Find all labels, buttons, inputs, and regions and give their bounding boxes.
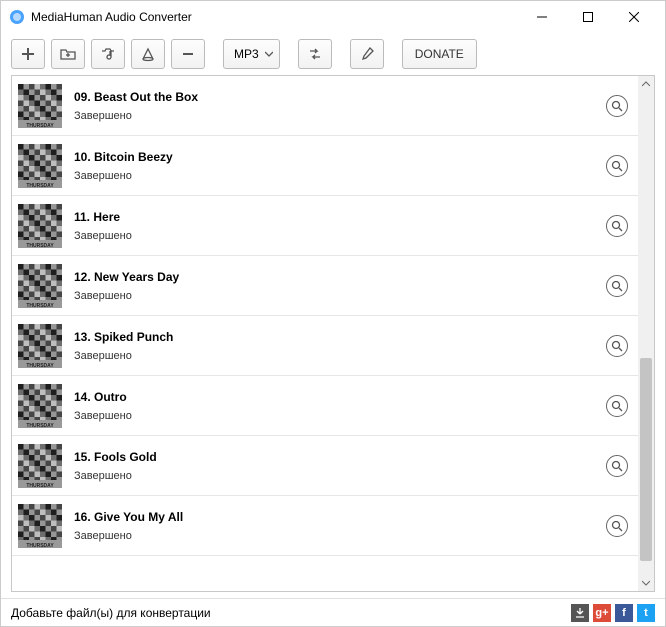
track-status: Завершено — [74, 110, 606, 122]
track-item[interactable]: THURSDAY 12. New Years Day Завершено — [12, 256, 638, 316]
track-title: 11. Here — [74, 210, 606, 224]
svg-text:THURSDAY: THURSDAY — [26, 123, 54, 128]
track-meta: 09. Beast Out the Box Завершено — [74, 90, 606, 122]
track-item[interactable]: THURSDAY 14. Outro Завершено — [12, 376, 638, 436]
search-icon — [611, 520, 623, 532]
format-label: MP3 — [234, 47, 259, 61]
album-art: THURSDAY — [18, 444, 62, 488]
track-meta: 12. New Years Day Завершено — [74, 270, 606, 302]
add-folder-button[interactable] — [51, 39, 85, 69]
search-icon — [611, 280, 623, 292]
svg-text:THURSDAY: THURSDAY — [26, 483, 54, 488]
download-icon[interactable] — [571, 604, 589, 622]
maximize-button[interactable] — [565, 1, 611, 33]
track-status: Завершено — [74, 350, 606, 362]
locate-button[interactable] — [606, 395, 628, 417]
window-title: MediaHuman Audio Converter — [31, 10, 519, 24]
track-meta: 13. Spiked Punch Завершено — [74, 330, 606, 362]
track-status: Завершено — [74, 410, 606, 422]
svg-text:THURSDAY: THURSDAY — [26, 363, 54, 368]
track-title: 13. Spiked Punch — [74, 330, 606, 344]
track-meta: 10. Bitcoin Beezy Завершено — [74, 150, 606, 182]
search-icon — [611, 340, 623, 352]
track-list: THURSDAY 09. Beast Out the Box Завершено… — [12, 76, 638, 591]
album-art: THURSDAY — [18, 84, 62, 128]
chevron-down-icon — [265, 50, 273, 58]
track-meta: 15. Fools Gold Завершено — [74, 450, 606, 482]
window-controls — [519, 1, 657, 33]
track-title: 10. Bitcoin Beezy — [74, 150, 606, 164]
track-title: 15. Fools Gold — [74, 450, 606, 464]
album-art: THURSDAY — [18, 384, 62, 428]
twitter-icon[interactable]: t — [637, 604, 655, 622]
track-item[interactable]: THURSDAY 16. Give You My All Завершено — [12, 496, 638, 556]
track-meta: 16. Give You My All Завершено — [74, 510, 606, 542]
svg-text:THURSDAY: THURSDAY — [26, 303, 54, 308]
locate-button[interactable] — [606, 95, 628, 117]
scrollbar[interactable] — [638, 76, 654, 591]
track-meta: 14. Outro Завершено — [74, 390, 606, 422]
locate-button[interactable] — [606, 215, 628, 237]
search-icon — [611, 460, 623, 472]
locate-button[interactable] — [606, 155, 628, 177]
social-links: g+ f t — [571, 604, 655, 622]
track-meta: 11. Here Завершено — [74, 210, 606, 242]
scroll-up-icon[interactable] — [638, 76, 654, 92]
svg-text:THURSDAY: THURSDAY — [26, 543, 54, 548]
track-title: 14. Outro — [74, 390, 606, 404]
album-art: THURSDAY — [18, 264, 62, 308]
app-window: MediaHuman Audio Converter MP3 — [0, 0, 666, 627]
toolbar: MP3 DONATE — [1, 33, 665, 75]
track-item[interactable]: THURSDAY 10. Bitcoin Beezy Завершено — [12, 136, 638, 196]
search-icon — [611, 160, 623, 172]
locate-button[interactable] — [606, 515, 628, 537]
track-status: Завершено — [74, 530, 606, 542]
track-item[interactable]: THURSDAY 09. Beast Out the Box Завершено — [12, 76, 638, 136]
add-button[interactable] — [11, 39, 45, 69]
titlebar: MediaHuman Audio Converter — [1, 1, 665, 33]
track-item[interactable]: THURSDAY 11. Here Завершено — [12, 196, 638, 256]
album-art: THURSDAY — [18, 144, 62, 188]
track-item[interactable]: THURSDAY 15. Fools Gold Завершено — [12, 436, 638, 496]
donate-label: DONATE — [415, 47, 464, 61]
clear-button[interactable] — [131, 39, 165, 69]
facebook-icon[interactable]: f — [615, 604, 633, 622]
svg-text:THURSDAY: THURSDAY — [26, 243, 54, 248]
search-icon — [611, 400, 623, 412]
settings-button[interactable] — [350, 39, 384, 69]
album-art: THURSDAY — [18, 504, 62, 548]
track-title: 09. Beast Out the Box — [74, 90, 606, 104]
locate-button[interactable] — [606, 455, 628, 477]
album-art: THURSDAY — [18, 204, 62, 248]
track-title: 16. Give You My All — [74, 510, 606, 524]
convert-button[interactable] — [298, 39, 332, 69]
statusbar: Добавьте файл(ы) для конвертации g+ f t — [1, 598, 665, 626]
format-select[interactable]: MP3 — [223, 39, 280, 69]
track-status: Завершено — [74, 290, 606, 302]
donate-button[interactable]: DONATE — [402, 39, 477, 69]
locate-button[interactable] — [606, 275, 628, 297]
googleplus-icon[interactable]: g+ — [593, 604, 611, 622]
close-button[interactable] — [611, 1, 657, 33]
track-list-container: THURSDAY 09. Beast Out the Box Завершено… — [11, 75, 655, 592]
scroll-thumb[interactable] — [640, 358, 652, 561]
search-icon — [611, 220, 623, 232]
scroll-track[interactable] — [638, 92, 654, 575]
remove-button[interactable] — [171, 39, 205, 69]
status-message: Добавьте файл(ы) для конвертации — [11, 606, 571, 620]
track-item[interactable]: THURSDAY 13. Spiked Punch Завершено — [12, 316, 638, 376]
track-status: Завершено — [74, 170, 606, 182]
locate-button[interactable] — [606, 335, 628, 357]
svg-text:THURSDAY: THURSDAY — [26, 423, 54, 428]
minimize-button[interactable] — [519, 1, 565, 33]
track-status: Завершено — [74, 230, 606, 242]
scroll-down-icon[interactable] — [638, 575, 654, 591]
app-icon — [9, 9, 25, 25]
svg-text:THURSDAY: THURSDAY — [26, 183, 54, 188]
album-art: THURSDAY — [18, 324, 62, 368]
search-icon — [611, 100, 623, 112]
track-status: Завершено — [74, 470, 606, 482]
add-itunes-button[interactable] — [91, 39, 125, 69]
track-title: 12. New Years Day — [74, 270, 606, 284]
